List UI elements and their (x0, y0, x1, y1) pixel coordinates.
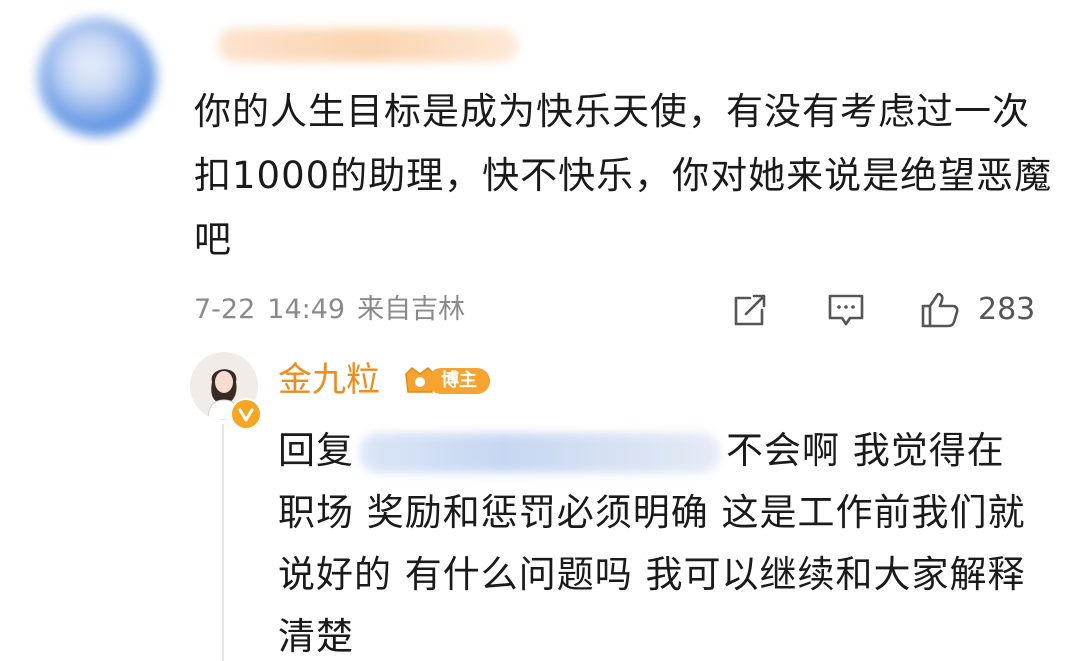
thread-line (222, 424, 224, 661)
comment-location: 来自吉林 (357, 294, 466, 325)
commenter-username-redacted[interactable] (218, 28, 518, 62)
comment-date: 7-22 (194, 294, 256, 325)
reply-author-name[interactable]: 金九粒 (278, 356, 380, 404)
share-icon[interactable] (728, 288, 772, 332)
blogger-badge: 博主 (402, 364, 492, 396)
comment-time: 14:49 (267, 294, 346, 325)
comment-icon[interactable] (824, 288, 868, 332)
comment-meta: 7-22 14:49 来自吉林 (194, 288, 477, 332)
reply-prefix: 回复 (278, 429, 354, 472)
verified-icon (230, 398, 262, 430)
commenter-avatar[interactable] (38, 18, 156, 136)
mentioned-user-redacted[interactable] (360, 432, 720, 473)
reply-text: 回复 不会啊 我觉得在职场 奖励和惩罚必须明确 这是工作前我们就说好的 有什么问题… (278, 420, 1038, 661)
like-count: 283 (978, 292, 1036, 327)
blogger-badge-label: 博主 (428, 368, 490, 394)
like-icon[interactable] (918, 288, 962, 332)
comment-text: 你的人生目标是成为快乐天使，有没有考虑过一次扣1000的助理，快不快乐，你对她来… (194, 90, 1053, 261)
